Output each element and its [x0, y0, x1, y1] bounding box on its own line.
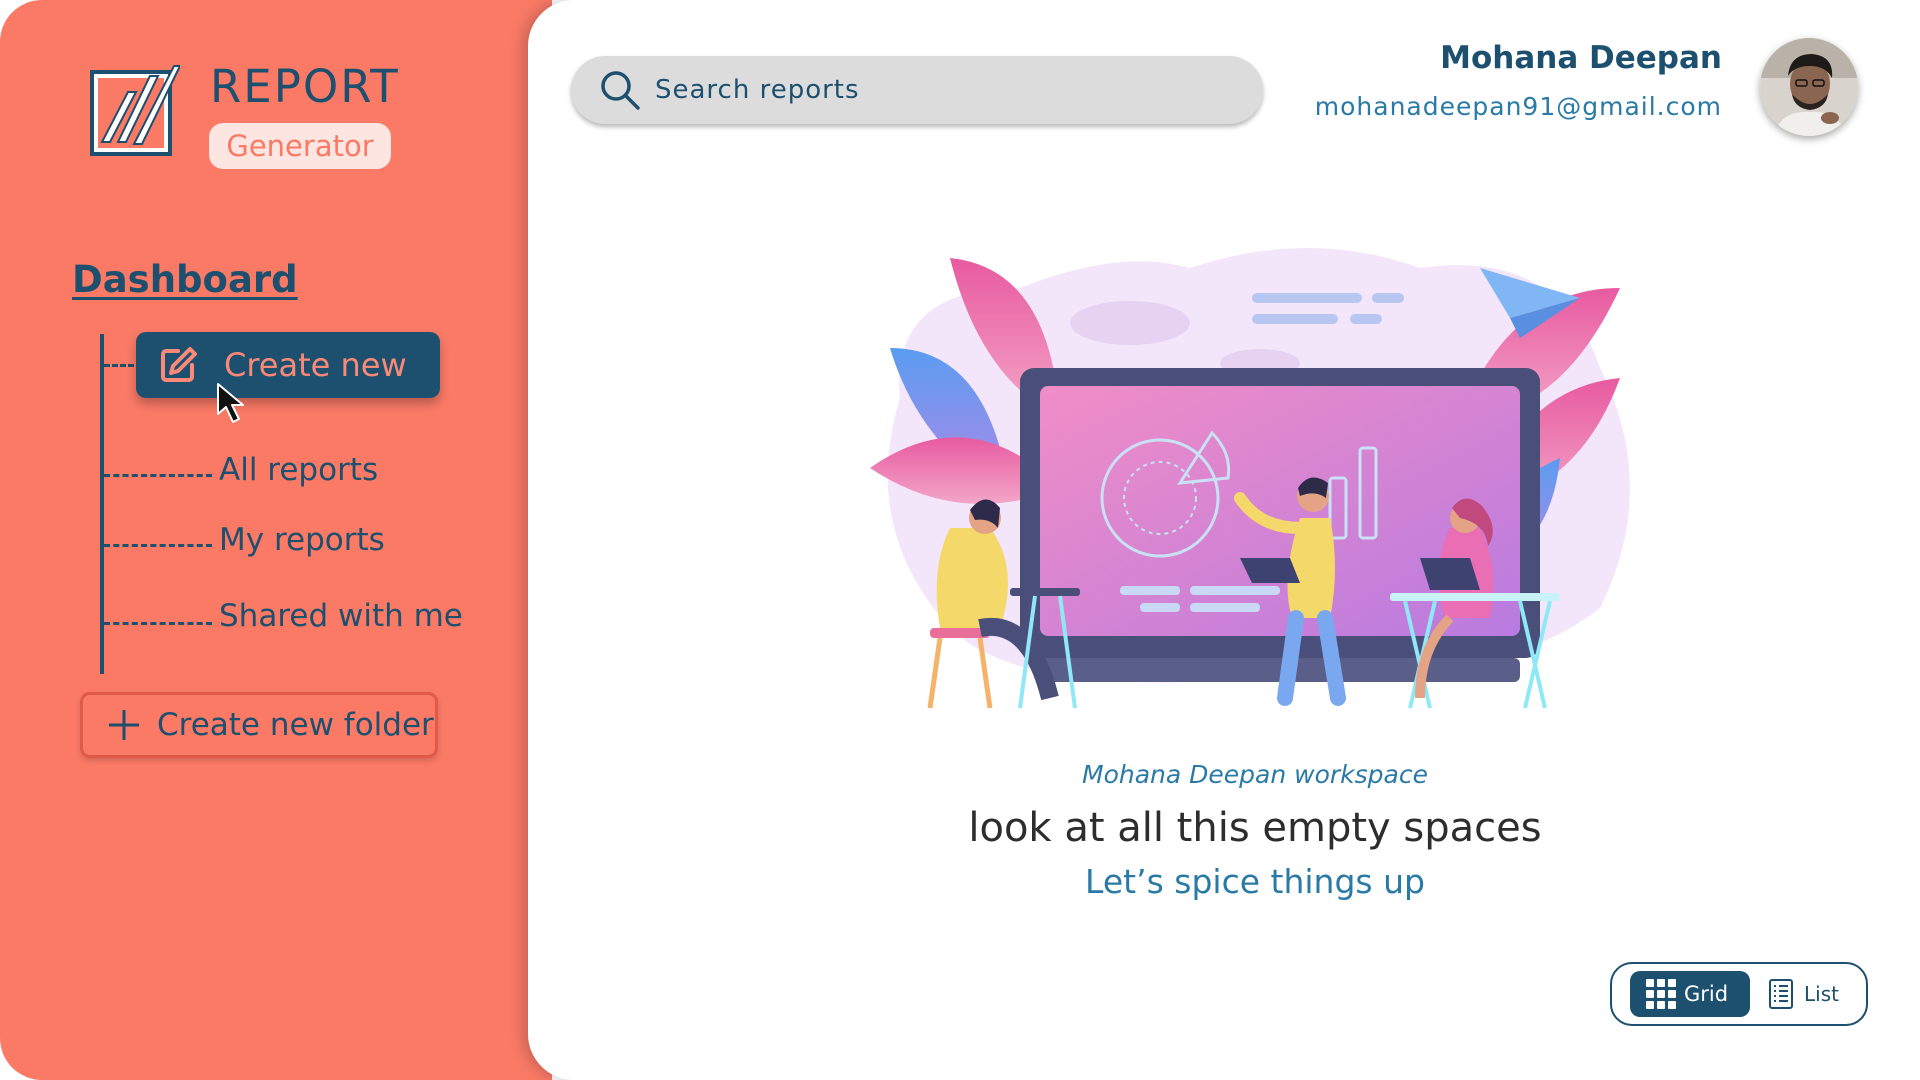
- dashboard-link[interactable]: Dashboard: [72, 258, 298, 301]
- create-new-label: Create new: [224, 346, 407, 384]
- list-icon: [1769, 979, 1793, 1009]
- user-name: Mohana Deepan: [1440, 40, 1722, 76]
- report-logo-icon: [90, 65, 180, 156]
- sidebar-item-all-reports[interactable]: All reports: [219, 452, 378, 488]
- empty-state-cta: Let’s spice things up: [1085, 862, 1425, 901]
- brand-subtitle: Generator: [209, 123, 391, 169]
- search-input[interactable]: [655, 75, 1215, 105]
- tree-connector: [104, 544, 212, 547]
- tree-connector: [104, 622, 212, 625]
- empty-workspace-illustration: [870, 248, 1630, 709]
- sidebar-item-my-reports[interactable]: My reports: [219, 522, 385, 558]
- grid-icon: [1646, 979, 1676, 1009]
- tree-connector: [104, 364, 134, 367]
- avatar-photo-icon: [1760, 38, 1858, 136]
- list-view-button[interactable]: List: [1768, 978, 1839, 1010]
- search-icon: [601, 71, 640, 110]
- workspace-owner: Mohana Deepan: [1082, 760, 1287, 789]
- workspace-label: Mohana Deepan workspace: [700, 760, 1810, 789]
- grid-view-label: Grid: [1684, 982, 1729, 1006]
- sidebar: REPORT Generator Dashboard Create new Al…: [0, 0, 552, 1080]
- tree-connector: [104, 474, 212, 477]
- workspace-suffix: workspace: [1294, 760, 1428, 789]
- mouse-cursor-icon: [217, 383, 244, 423]
- sidebar-item-shared-with-me[interactable]: Shared with me: [219, 598, 463, 634]
- avatar[interactable]: [1760, 38, 1858, 136]
- user-email: mohanadeepan91@gmail.com: [1314, 92, 1722, 121]
- empty-state-title: look at all this empty spaces: [968, 805, 1542, 851]
- edit-icon: [161, 347, 197, 382]
- search-bar[interactable]: [571, 56, 1263, 124]
- brand-title: REPORT: [210, 60, 400, 113]
- create-new-button[interactable]: Create new: [136, 332, 440, 398]
- create-folder-button[interactable]: Create new folder: [80, 692, 438, 758]
- create-folder-label: Create new folder: [157, 707, 434, 743]
- view-toggle: Grid List: [1610, 962, 1868, 1026]
- list-view-label: List: [1804, 982, 1839, 1006]
- plus-icon: [109, 710, 139, 740]
- grid-view-button[interactable]: Grid: [1630, 971, 1750, 1017]
